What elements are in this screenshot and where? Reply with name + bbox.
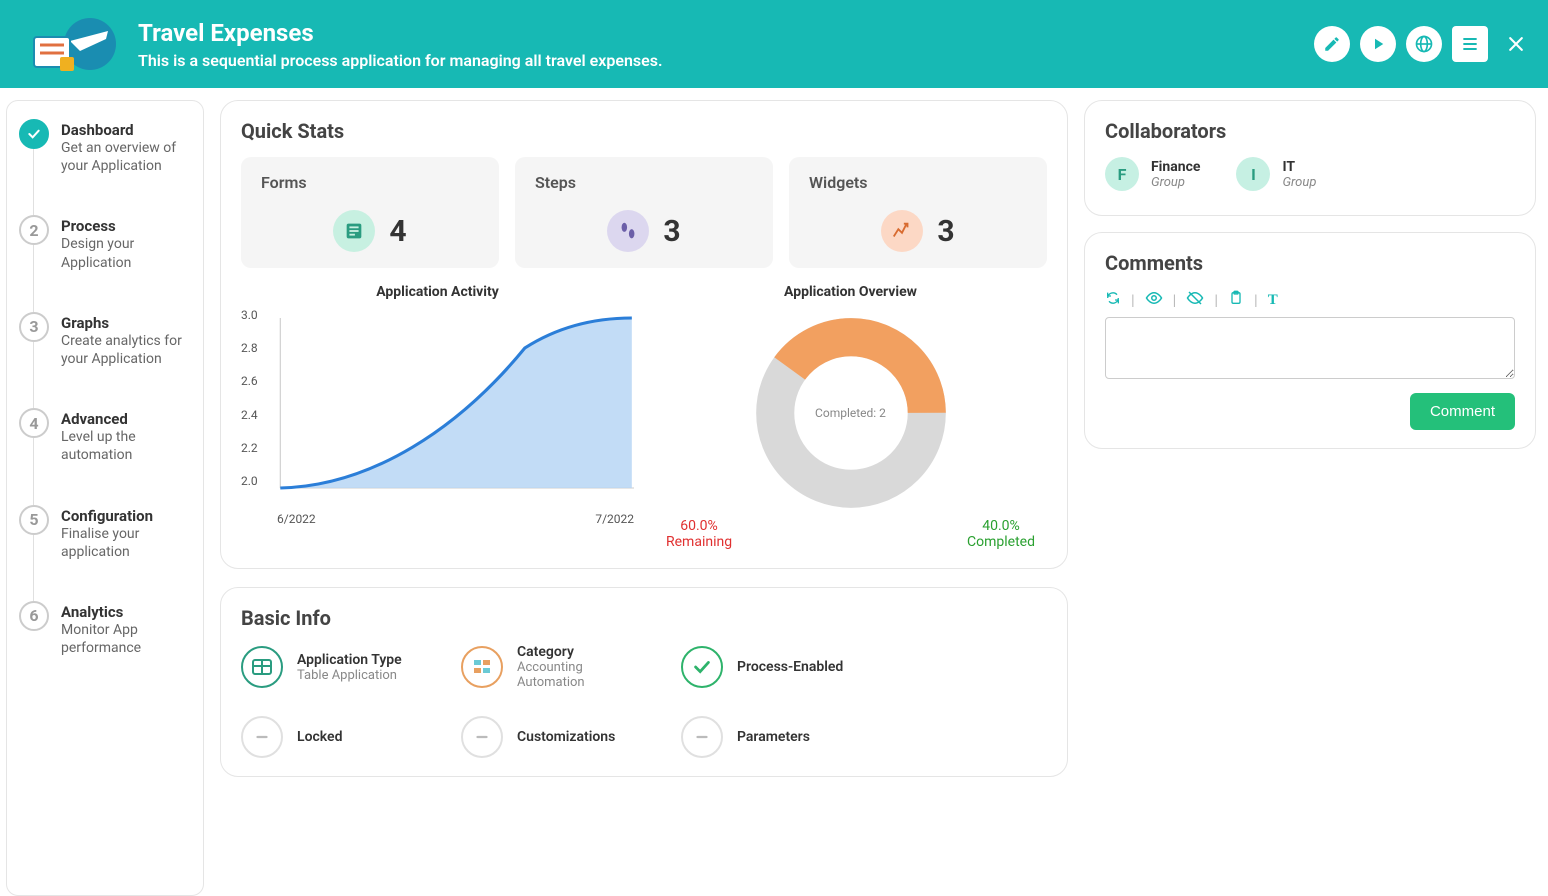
info-locked: Locked [241, 716, 431, 758]
activity-chart: Application Activity 3.0 2.8 2.6 2.4 2.2… [241, 284, 634, 550]
table-icon [241, 646, 283, 688]
comment-toolbar: | | | | T [1105, 289, 1515, 311]
dash-icon [241, 716, 283, 758]
dash-icon [681, 716, 723, 758]
collaborators-card: Collaborators F Finance Group I IT Group [1084, 100, 1536, 216]
steps-icon [607, 210, 649, 252]
form-icon [333, 210, 375, 252]
info-category: Category Accounting Automation [461, 644, 651, 690]
sidebar-item-configuration[interactable]: 5 Configuration Finalise your applicatio… [19, 505, 191, 601]
quick-stats-card: Quick Stats Forms 4 Steps [220, 100, 1068, 569]
globe-button[interactable] [1406, 26, 1442, 62]
edit-button[interactable] [1314, 26, 1350, 62]
sidebar-item-analytics[interactable]: 6 Analytics Monitor App performance [19, 601, 191, 657]
play-button[interactable] [1360, 26, 1396, 62]
legend-remaining: 60.0% Remaining [666, 518, 732, 550]
info-parameters: Parameters [681, 716, 871, 758]
globe-icon [1414, 34, 1434, 54]
pencil-icon [1323, 35, 1341, 53]
play-icon [1369, 35, 1387, 53]
check-circle-icon [681, 646, 723, 688]
app-header: Travel Expenses This is a sequential pro… [0, 0, 1548, 88]
comments-card: Comments | | | | T Comment [1084, 232, 1536, 449]
stat-widgets: Widgets 3 [789, 157, 1047, 268]
page-subtitle: This is a sequential process application… [138, 51, 1314, 70]
stat-forms: Forms 4 [241, 157, 499, 268]
info-process-enabled: Process-Enabled [681, 644, 871, 690]
menu-icon [1460, 34, 1480, 54]
quick-stats-title: Quick Stats [241, 119, 1047, 143]
widgets-icon [881, 210, 923, 252]
sidebar-item-dashboard[interactable]: Dashboard Get an overview of your Applic… [19, 119, 191, 215]
legend-completed: 40.0% Completed [967, 518, 1035, 550]
sidebar-item-advanced[interactable]: 4 Advanced Level up the automation [19, 408, 191, 504]
collaborator-finance[interactable]: F Finance Group [1105, 157, 1200, 191]
page-title: Travel Expenses [138, 19, 1314, 47]
donut-center-label: Completed: 2 [815, 406, 886, 420]
sidebar-steps: Dashboard Get an overview of your Applic… [6, 100, 204, 896]
refresh-icon[interactable] [1105, 290, 1121, 310]
close-button[interactable] [1504, 32, 1528, 56]
overview-chart: Application Overview Completed: 2 60.0% … [654, 284, 1047, 550]
comment-button[interactable]: Comment [1410, 393, 1515, 430]
sidebar-item-graphs[interactable]: 3 Graphs Create analytics for your Appli… [19, 312, 191, 408]
comment-input[interactable] [1105, 317, 1515, 379]
check-icon [19, 119, 49, 149]
text-icon[interactable]: T [1268, 292, 1278, 309]
menu-button[interactable] [1452, 26, 1488, 62]
sidebar-item-label: Dashboard [61, 121, 191, 139]
avatar: F [1105, 157, 1139, 191]
collaborator-it[interactable]: I IT Group [1236, 157, 1316, 191]
avatar: I [1236, 157, 1270, 191]
close-icon [1506, 34, 1526, 54]
eye-off-icon[interactable] [1186, 289, 1204, 311]
clipboard-icon[interactable] [1228, 290, 1244, 310]
sidebar-item-process[interactable]: 2 Process Design your Application [19, 215, 191, 311]
header-actions [1314, 26, 1528, 62]
info-application-type: Application Type Table Application [241, 644, 431, 690]
category-icon [461, 646, 503, 688]
info-customizations: Customizations [461, 716, 651, 758]
app-logo-icon [20, 9, 120, 79]
stat-steps: Steps 3 [515, 157, 773, 268]
basic-info-card: Basic Info Application Type Table Applic… [220, 587, 1068, 777]
eye-icon[interactable] [1145, 289, 1163, 311]
dash-icon [461, 716, 503, 758]
